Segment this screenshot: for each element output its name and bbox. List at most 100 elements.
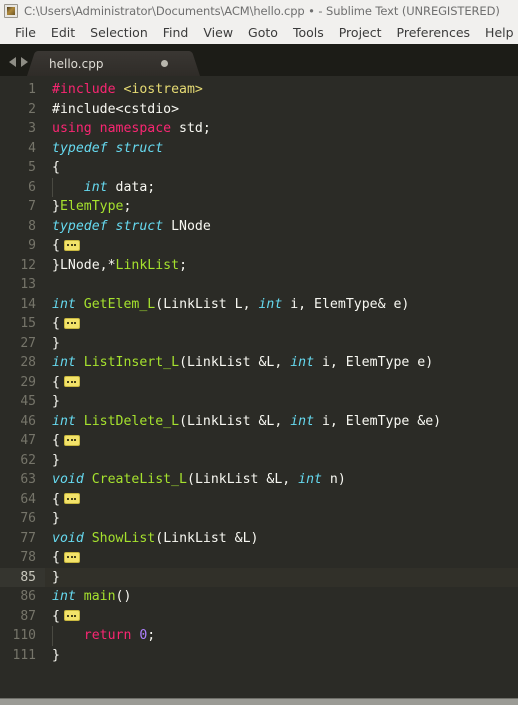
code-line-content[interactable]: { [45, 431, 518, 451]
line-number[interactable]: 46 [0, 412, 45, 432]
code-line[interactable]: 85} [0, 567, 518, 587]
code-line-content[interactable]: void ShowList(LinkList &L) [45, 529, 518, 549]
code-line-content[interactable]: } [45, 451, 518, 471]
arrow-left-icon[interactable] [9, 57, 16, 67]
tab-hello-cpp[interactable]: hello.cpp [36, 51, 191, 76]
code-line-content[interactable]: } [45, 567, 518, 587]
line-number[interactable]: 14 [0, 295, 45, 315]
code-line-content[interactable]: int GetElem_L(LinkList L, int i, ElemTyp… [45, 295, 518, 315]
menu-item-project[interactable]: Project [332, 23, 390, 42]
code-line[interactable]: 45} [0, 392, 518, 412]
code-line-content[interactable]: { [45, 490, 518, 510]
code-line-content[interactable]: int ListInsert_L(LinkList &L, int i, Ele… [45, 353, 518, 373]
code-line[interactable]: 15 { [0, 314, 518, 334]
code-line-content[interactable]: } [45, 392, 518, 412]
menu-item-help[interactable]: Help [478, 23, 518, 42]
code-line-content[interactable]: } [45, 509, 518, 529]
code-line[interactable]: 76} [0, 509, 518, 529]
menu-item-edit[interactable]: Edit [44, 23, 83, 42]
code-fold-badge-icon[interactable] [63, 610, 80, 621]
code-line-content[interactable]: }ElemType; [45, 197, 518, 217]
code-line-content[interactable] [45, 275, 518, 295]
code-line[interactable]: 62} [0, 451, 518, 471]
code-line[interactable]: 47 { [0, 431, 518, 451]
code-line[interactable]: 46 int ListDelete_L(LinkList &L, int i, E… [0, 412, 518, 432]
line-number[interactable]: 76 [0, 509, 45, 529]
menu-item-view[interactable]: View [196, 23, 241, 42]
line-number[interactable]: 45 [0, 392, 45, 412]
line-number[interactable]: 87 [0, 607, 45, 627]
code-line-content[interactable]: #include<cstdio> [45, 100, 518, 120]
menu-item-file[interactable]: File [8, 23, 44, 42]
line-number[interactable]: 85 [0, 567, 45, 587]
code-line[interactable]: 5{ [0, 158, 518, 178]
code-fold-badge-icon[interactable] [63, 239, 80, 251]
code-line[interactable]: 6 int data; [0, 177, 518, 198]
line-number[interactable]: 64 [0, 490, 45, 510]
line-number[interactable]: 78 [0, 548, 45, 568]
line-number[interactable]: 5 [0, 158, 45, 178]
code-line-content[interactable]: }LNode,*LinkList; [45, 256, 518, 276]
code-line[interactable]: 4 typedef struct [0, 139, 518, 159]
code-line-content[interactable]: { [45, 548, 518, 568]
menu-item-goto[interactable]: Goto [241, 23, 286, 42]
code-line[interactable]: 1 #include <iostream> [0, 80, 518, 100]
code-fold-badge-icon[interactable] [63, 551, 80, 563]
code-line[interactable]: 9{ [0, 236, 518, 256]
code-line[interactable]: 64 { [0, 490, 518, 510]
code-fold-badge-icon[interactable] [63, 434, 80, 446]
code-line-content[interactable]: using namespace std; [45, 119, 518, 139]
code-line[interactable]: 14 int GetElem_L(LinkList L, int i, ElemT… [0, 295, 518, 315]
line-number[interactable]: 111 [0, 646, 45, 666]
code-editor[interactable]: 1 #include <iostream> 2 #include<cstdio> 3 us… [0, 76, 518, 683]
line-number[interactable]: 47 [0, 431, 45, 451]
code-line[interactable]: 7}ElemType; [0, 197, 518, 217]
line-number[interactable]: 2 [0, 100, 45, 120]
line-number[interactable]: 77 [0, 529, 45, 549]
code-line-content[interactable]: { [45, 236, 518, 256]
code-line[interactable]: 13 [0, 275, 518, 295]
tab-dirty-indicator-icon[interactable] [161, 60, 169, 67]
line-number[interactable]: 28 [0, 353, 45, 373]
line-number[interactable]: 9 [0, 236, 45, 256]
code-line-content[interactable]: } [45, 334, 518, 354]
code-line[interactable]: 110 return 0; [0, 626, 518, 646]
code-fold-badge-icon[interactable] [63, 493, 80, 504]
code-line[interactable]: 111} [0, 646, 518, 666]
code-line[interactable]: 77 void ShowList(LinkList &L) [0, 529, 518, 549]
line-number[interactable]: 1 [0, 80, 45, 100]
line-number[interactable]: 86 [0, 587, 45, 607]
line-number[interactable]: 12 [0, 256, 45, 276]
code-line-content[interactable]: typedef struct [45, 139, 518, 159]
code-line[interactable]: 86 int main() [0, 587, 518, 607]
code-line-content[interactable]: return 0; [45, 626, 518, 646]
code-line-content[interactable]: void CreateList_L(LinkList &L, int n) [45, 470, 518, 490]
line-number[interactable]: 3 [0, 119, 45, 139]
code-line[interactable]: 28 int ListInsert_L(LinkList &L, int i, E… [0, 353, 518, 373]
line-number[interactable]: 62 [0, 451, 45, 471]
code-line-content[interactable]: { [45, 607, 518, 627]
line-number[interactable]: 29 [0, 373, 45, 393]
code-line[interactable]: 29 { [0, 373, 518, 393]
line-number[interactable]: 4 [0, 139, 45, 159]
line-number[interactable]: 13 [0, 275, 45, 295]
horizontal-scrollbar-track[interactable] [0, 698, 518, 705]
line-number[interactable]: 6 [0, 178, 45, 198]
code-line-content[interactable]: { [45, 314, 518, 334]
code-line[interactable]: 12}LNode,*LinkList; [0, 256, 518, 276]
line-number[interactable]: 27 [0, 334, 45, 354]
code-line[interactable]: 87 { [0, 607, 518, 627]
line-number[interactable]: 110 [0, 626, 45, 646]
code-line[interactable]: 63 void CreateList_L(LinkList &L, int n) [0, 470, 518, 490]
code-fold-badge-icon[interactable] [63, 317, 80, 329]
code-line-content[interactable]: } [45, 646, 518, 666]
code-line-content[interactable]: int main() [45, 587, 518, 607]
code-line-content[interactable]: int data; [45, 177, 518, 197]
code-line[interactable]: 2 #include<cstdio> [0, 100, 518, 120]
code-line-content[interactable]: typedef struct LNode [45, 217, 518, 237]
code-line[interactable]: 27} [0, 334, 518, 354]
line-number[interactable]: 8 [0, 217, 45, 237]
code-line[interactable]: 3 using namespace std; [0, 119, 518, 139]
code-line-content[interactable]: int ListDelete_L(LinkList &L, int i, Ele… [45, 412, 518, 432]
code-line-content[interactable]: #include <iostream> [45, 80, 518, 100]
